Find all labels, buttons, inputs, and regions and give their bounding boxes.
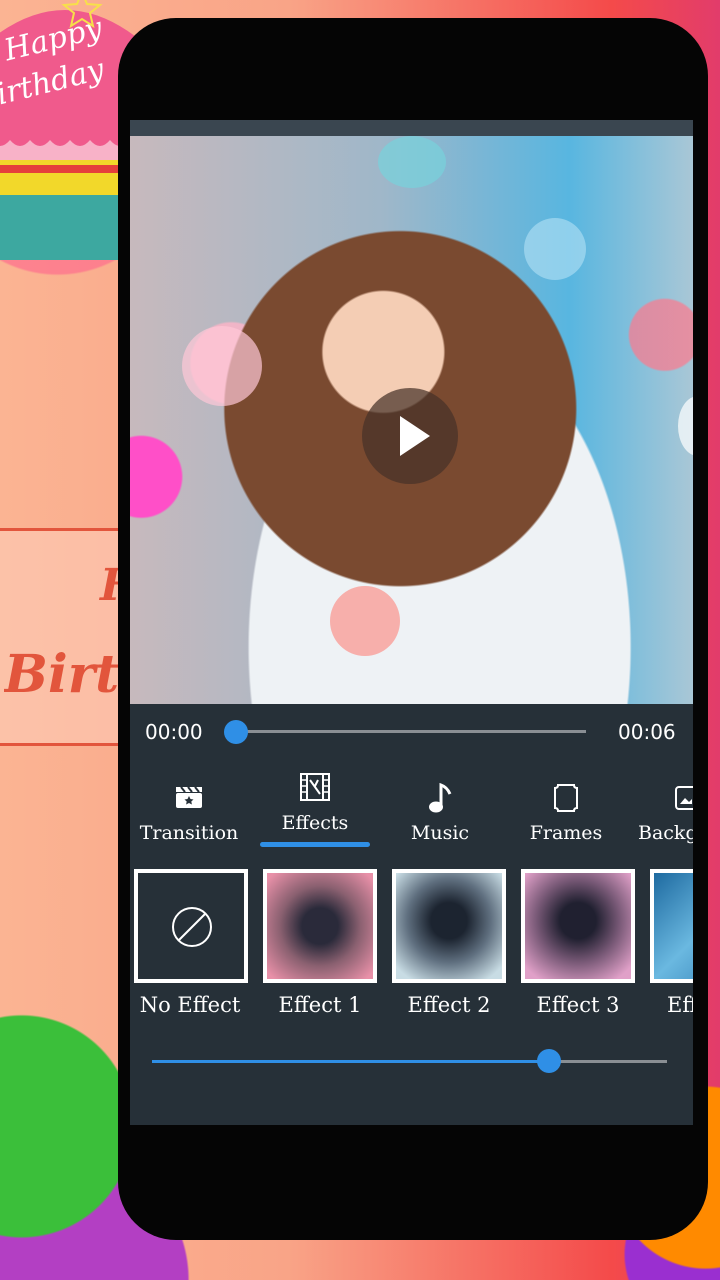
seek-handle[interactable] xyxy=(224,720,248,744)
current-time: 00:00 xyxy=(145,720,203,744)
effect-list: No Effect Effect 1 Effect 2 Effect 3 Eff xyxy=(130,865,693,1025)
effect-label: Effect 1 xyxy=(278,993,362,1017)
bokeh-light xyxy=(330,586,400,656)
effect-item-2[interactable] xyxy=(392,869,506,983)
bokeh-light xyxy=(524,218,586,280)
banner-word: Birth xyxy=(4,644,120,705)
effect-label: No Effect xyxy=(139,993,241,1017)
effect-intensity-slider[interactable] xyxy=(152,1049,667,1073)
background-icon xyxy=(675,786,693,810)
timeline: 00:00 00:06 xyxy=(130,704,693,760)
bokeh-light xyxy=(678,396,693,456)
tab-background[interactable]: Backg xyxy=(638,760,693,850)
tab-label: Backg xyxy=(638,822,693,844)
play-icon xyxy=(400,416,430,456)
effect-label: Effect 3 xyxy=(536,993,620,1017)
editor-screen: 00:00 00:06 Transition Effects Music Fra… xyxy=(130,120,693,1125)
effect-item-4[interactable] xyxy=(650,869,693,983)
bokeh-light xyxy=(182,326,262,406)
tab-label: Effects xyxy=(281,812,349,834)
tool-tabs: Transition Effects Music Frames Backg xyxy=(130,760,693,850)
clapperboard-icon xyxy=(176,786,202,808)
no-effect-icon xyxy=(172,907,212,947)
music-note-icon xyxy=(429,782,452,813)
seek-track[interactable] xyxy=(236,730,586,733)
effect-label: Effect 2 xyxy=(407,993,491,1017)
frame-icon xyxy=(554,784,578,812)
tab-effects[interactable]: Effects xyxy=(260,760,370,850)
status-bar xyxy=(130,120,693,136)
tab-label: Music xyxy=(410,822,470,844)
total-time: 00:06 xyxy=(618,720,676,744)
tab-transition[interactable]: Transition xyxy=(138,760,240,850)
play-button[interactable] xyxy=(362,388,458,484)
tab-label: Transition xyxy=(139,822,239,844)
bokeh-light xyxy=(378,136,446,188)
selected-tab-indicator xyxy=(260,842,370,847)
video-preview[interactable] xyxy=(130,136,693,704)
effect-item-1[interactable] xyxy=(263,869,377,983)
tab-music[interactable]: Music xyxy=(394,760,486,850)
tab-frames[interactable]: Frames xyxy=(520,760,612,850)
slider-fill xyxy=(152,1060,549,1063)
effect-label: Eff xyxy=(667,993,693,1017)
effect-item-none[interactable] xyxy=(134,869,248,983)
tab-label: Frames xyxy=(529,822,603,844)
slider-handle[interactable] xyxy=(536,1049,561,1073)
effect-item-3[interactable] xyxy=(521,869,635,983)
film-effects-icon xyxy=(300,773,330,801)
